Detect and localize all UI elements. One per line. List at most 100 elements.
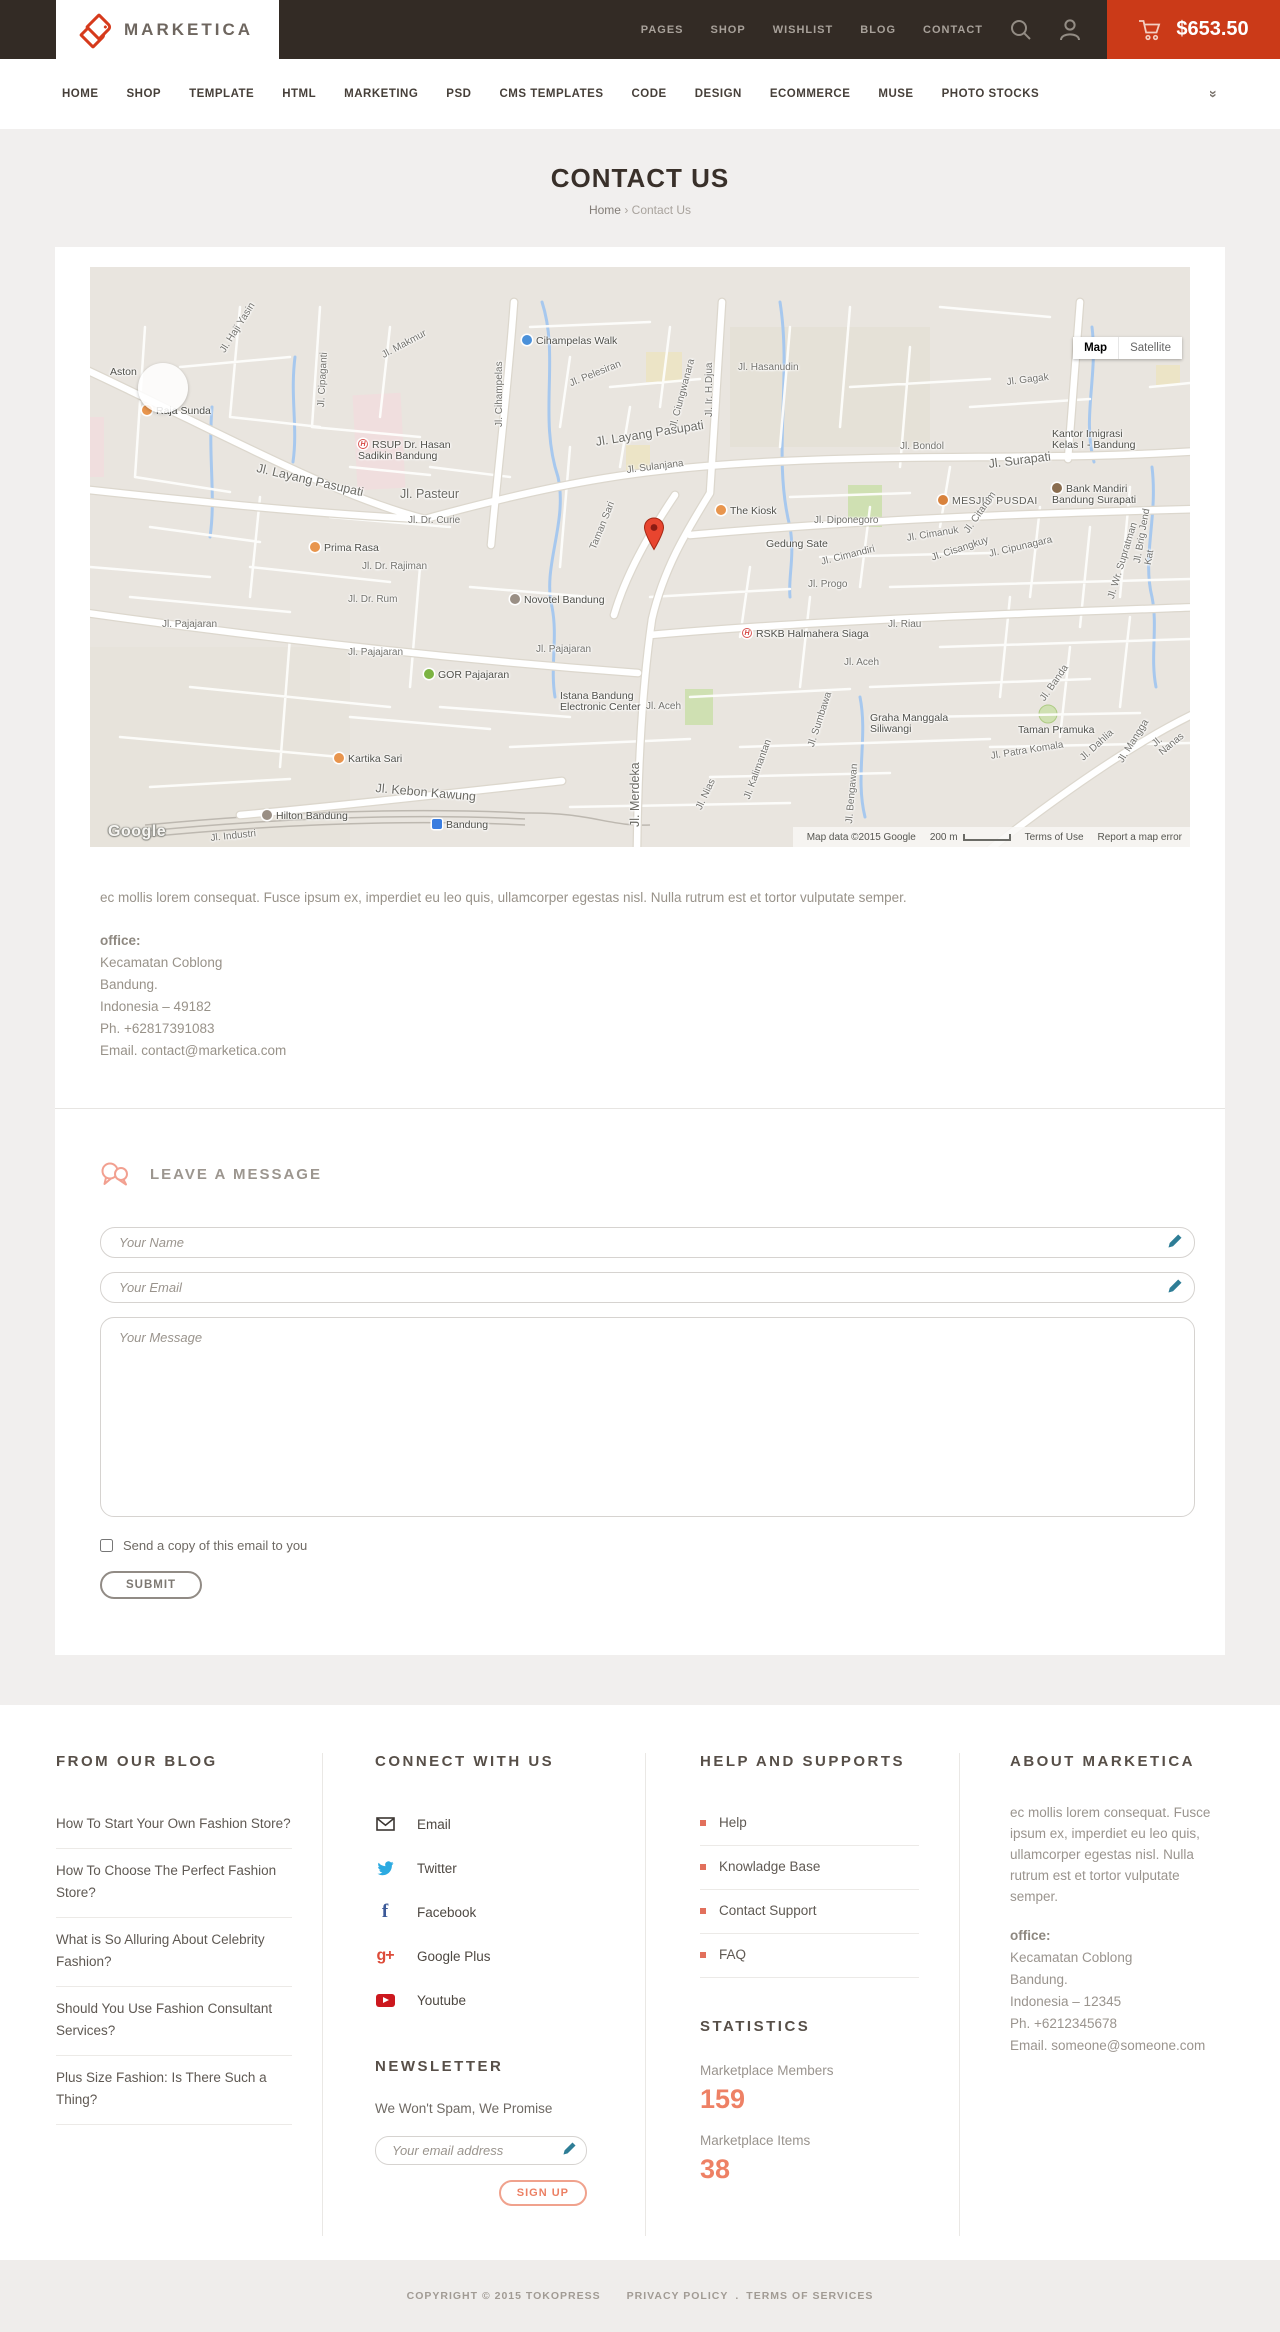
satellite-button[interactable]: Satellite [1119, 337, 1182, 359]
map-label: Istana Bandung Electronic Center [560, 690, 641, 713]
map-label: Kartika Sari [334, 753, 402, 765]
privacy-policy-link[interactable]: PRIVACY POLICY [627, 2290, 729, 2302]
blog-post-link[interactable]: What is So Alluring About Celebrity Fash… [56, 1918, 292, 1987]
blog-post-link[interactable]: Plus Size Fashion: Is There Such a Thing… [56, 2056, 292, 2125]
menu-template[interactable]: TEMPLATE [189, 88, 254, 100]
map-label: Bank Mandiri Bandung Surapati [1052, 483, 1137, 506]
map-label: The Kiosk [716, 505, 777, 517]
category-menubar: HOME SHOP TEMPLATE HTML MARKETING PSD CM… [0, 59, 1280, 129]
menu-design[interactable]: DESIGN [695, 88, 742, 100]
map-label: RSKB Halmahera Siaga [742, 628, 869, 640]
newsletter-heading: NEWSLETTER [375, 2058, 504, 2075]
pan-up-icon[interactable] [158, 371, 168, 381]
send-copy-checkbox[interactable] [100, 1539, 113, 1552]
stat-value: 38 [700, 2154, 731, 2184]
social-email-link[interactable]: Email [375, 1802, 605, 1846]
pencil-icon [1168, 1279, 1182, 1298]
restaurant-icon [334, 753, 344, 763]
restaurant-icon [310, 542, 320, 552]
email-field-wrap [100, 1272, 1195, 1303]
stat-label: Marketplace Members [700, 2063, 834, 2078]
office-line: Kecamatan Coblong [100, 955, 223, 970]
office-label: office: [100, 933, 141, 948]
social-youtube-link[interactable]: Youtube [375, 1978, 605, 2022]
map-label: Jl. Dr. Rum [348, 594, 398, 605]
title-band: CONTACT US Home › Contact Us [0, 129, 1280, 247]
footer-blog-column: FROM OUR BLOG How To Start Your Own Fash… [0, 1753, 323, 2236]
connect-heading: CONNECT WITH US [375, 1753, 555, 1770]
report-map-error-link[interactable]: Report a map error [1098, 832, 1182, 843]
about-line: Ph. +6212345678 [1010, 2016, 1117, 2031]
map-label: Taman Pramuka [1018, 724, 1095, 736]
menu-marketing[interactable]: MARKETING [344, 88, 418, 100]
email-input[interactable] [100, 1272, 1195, 1303]
map-canvas [90, 297, 1190, 847]
social-facebook-link[interactable]: f Facebook [375, 1890, 605, 1934]
social-label: Twitter [417, 1860, 457, 1876]
social-twitter-link[interactable]: Twitter [375, 1846, 605, 1890]
map-label: Jl. Merdeka [628, 762, 642, 827]
pan-right-icon[interactable] [170, 383, 180, 393]
blog-post-link[interactable]: How To Start Your Own Fashion Store? [56, 1802, 292, 1849]
map-type-control: Map Satellite [1073, 337, 1182, 359]
submit-button[interactable]: SUBMIT [100, 1571, 203, 1599]
map-label: Jl. Bondol [900, 441, 944, 452]
bullet-square-icon [700, 1907, 706, 1914]
pan-left-icon[interactable] [146, 383, 156, 393]
brand-name: MARKETICA [124, 19, 253, 39]
menu-muse[interactable]: MUSE [878, 88, 913, 100]
menu-photo-stocks[interactable]: PHOTO STOCKS [942, 88, 1040, 100]
form-heading: LEAVE A MESSAGE [150, 1165, 322, 1183]
user-icon[interactable] [1059, 0, 1081, 59]
blog-post-link[interactable]: How To Choose The Perfect Fashion Store? [56, 1849, 292, 1918]
menu-ecommerce[interactable]: ECOMMERCE [770, 88, 851, 100]
nav-wishlist[interactable]: WISHLIST [773, 24, 834, 36]
menu-html[interactable]: HTML [282, 88, 316, 100]
pencil-icon [563, 2142, 576, 2160]
map-label: Jl. Hasanudin [738, 362, 799, 373]
chevron-down-icon[interactable]: » [1206, 90, 1222, 98]
menu-cms-templates[interactable]: CMS TEMPLATES [499, 88, 603, 100]
about-text: ec mollis lorem consequat. Fusce ipsum e… [1010, 1805, 1211, 1904]
terms-of-services-link[interactable]: TERMS OF SERVICES [746, 2290, 873, 2302]
newsletter: NEWSLETTER We Won't Spam, We Promise SIG… [375, 2058, 605, 2206]
menu-code[interactable]: CODE [632, 88, 667, 100]
breadcrumb: Home › Contact Us [0, 203, 1280, 217]
help-link[interactable]: Help [700, 1802, 919, 1846]
map-label: Jl. Progo [808, 579, 848, 590]
nav-pages[interactable]: PAGES [641, 24, 684, 36]
google-logo[interactable]: Google [108, 823, 166, 841]
help-link[interactable]: FAQ [700, 1934, 919, 1978]
blog-post-link[interactable]: Should You Use Fashion Consultant Servic… [56, 1987, 292, 2056]
restaurant-icon [716, 505, 726, 515]
breadcrumb-home[interactable]: Home [589, 203, 621, 217]
nav-shop[interactable]: SHOP [711, 24, 746, 36]
pencil-icon [1168, 1234, 1182, 1253]
map-button[interactable]: Map [1073, 337, 1120, 359]
newsletter-email-input[interactable] [375, 2136, 587, 2165]
nav-contact[interactable]: CONTACT [923, 24, 983, 36]
map-label: Graha Manggala Siliwangi [870, 712, 949, 735]
map-label: Prima Rasa [310, 542, 379, 554]
office-intro: ec mollis lorem consequat. Fusce ipsum e… [100, 890, 907, 905]
menu-shop[interactable]: SHOP [127, 88, 162, 100]
name-input[interactable] [100, 1227, 1195, 1258]
help-link[interactable]: Knowladge Base [700, 1846, 919, 1890]
map-marker[interactable] [643, 517, 665, 556]
map-label: Jl. Pajajaran [162, 619, 218, 630]
search-icon[interactable] [1009, 0, 1033, 59]
map-pan-control[interactable] [138, 363, 188, 413]
signup-button[interactable]: SIGN UP [498, 2180, 587, 2206]
menu-home[interactable]: HOME [62, 88, 99, 100]
pan-down-icon[interactable] [158, 395, 168, 405]
map-label: Jl. Ir. H.Djua [704, 362, 715, 417]
social-google-plus-link[interactable]: g+ Google Plus [375, 1934, 605, 1978]
nav-blog[interactable]: BLOG [860, 24, 896, 36]
cart-button[interactable]: $653.50 [1107, 0, 1280, 59]
help-link[interactable]: Contact Support [700, 1890, 919, 1934]
terms-of-use-link[interactable]: Terms of Use [1025, 832, 1084, 843]
message-textarea[interactable] [100, 1317, 1195, 1517]
logo[interactable]: MARKETICA [56, 0, 279, 59]
map[interactable]: Aston Raja Sunda Jl. Haji Yasin Jl. Makmur J… [90, 267, 1190, 847]
menu-psd[interactable]: PSD [446, 88, 471, 100]
